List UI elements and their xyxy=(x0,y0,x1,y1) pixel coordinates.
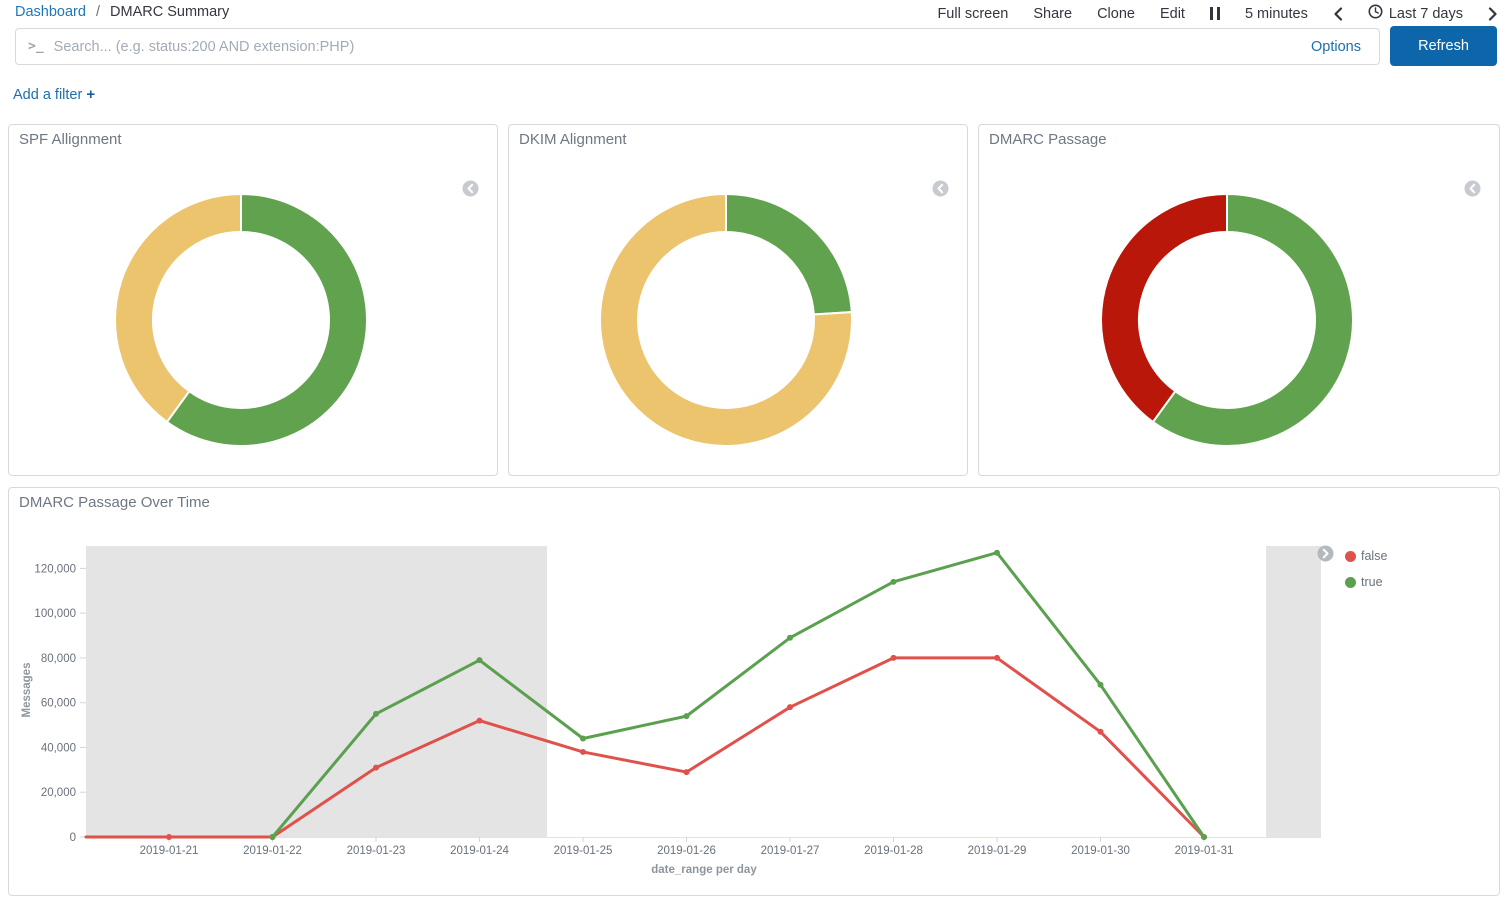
panel-spf-alignment: SPF Allignment xyxy=(8,124,498,476)
data-point[interactable] xyxy=(994,655,1000,661)
time-picker-button[interactable]: Last 7 days xyxy=(1368,4,1463,23)
breadcrumb-dashboard-link[interactable]: Dashboard xyxy=(15,4,86,20)
panel-title: DMARC Passage xyxy=(989,131,1107,148)
search-options-button[interactable]: Options xyxy=(1293,39,1379,55)
legend-collapse-icon[interactable] xyxy=(932,180,949,197)
spf-donut-chart xyxy=(112,191,370,452)
legend-expand-icon[interactable] xyxy=(1317,545,1334,562)
data-point[interactable] xyxy=(477,718,483,724)
y-tick-label: 120,000 xyxy=(34,563,76,575)
data-point[interactable] xyxy=(373,711,379,717)
y-tick-label: 20,000 xyxy=(41,787,76,799)
legend-dot-icon xyxy=(1345,551,1356,562)
query-prompt-icon: >_ xyxy=(16,39,54,54)
data-point[interactable] xyxy=(270,834,276,840)
time-range-label: Last 7 days xyxy=(1389,6,1463,22)
panel-title: SPF Allignment xyxy=(19,131,122,148)
x-tick-label: 2019-01-27 xyxy=(761,845,820,857)
x-axis-title: date_range per day xyxy=(9,864,1399,876)
legend-item-true[interactable]: true xyxy=(1345,569,1387,595)
data-point[interactable] xyxy=(477,657,483,663)
edit-button[interactable]: Edit xyxy=(1160,6,1185,22)
y-tick-label: 40,000 xyxy=(41,742,76,754)
chart-legend: false true xyxy=(1345,543,1387,595)
dmarc-donut-chart xyxy=(1098,191,1356,452)
line-chart: 0 20,000 40,000 60,000 80,000 100,000 120,000 2… xyxy=(9,488,1499,895)
data-point[interactable] xyxy=(891,655,897,661)
pause-icon[interactable] xyxy=(1210,7,1220,20)
legend-collapse-icon[interactable] xyxy=(1464,180,1481,197)
breadcrumb-separator: / xyxy=(96,4,100,20)
share-button[interactable]: Share xyxy=(1033,6,1072,22)
legend-label: false xyxy=(1361,549,1387,563)
panel-dkim-alignment: DKIM Alignment xyxy=(508,124,968,476)
top-bar: Dashboard / DMARC Summary Full screen Sh… xyxy=(0,0,1508,24)
x-tick-label: 2019-01-31 xyxy=(1175,845,1234,857)
clone-button[interactable]: Clone xyxy=(1097,6,1135,22)
add-filter-button[interactable]: Add a filter+ xyxy=(13,87,95,103)
data-point[interactable] xyxy=(787,704,793,710)
legend-collapse-icon[interactable] xyxy=(462,180,479,197)
data-point[interactable] xyxy=(580,749,586,755)
data-point[interactable] xyxy=(373,765,379,771)
data-point[interactable] xyxy=(1201,834,1207,840)
search-input[interactable] xyxy=(54,39,1293,55)
data-point[interactable] xyxy=(994,550,1000,556)
x-tick-label: 2019-01-24 xyxy=(450,845,509,857)
x-tick-label: 2019-01-25 xyxy=(554,845,613,857)
legend-label: true xyxy=(1361,575,1383,589)
time-back-icon[interactable] xyxy=(1333,7,1343,21)
data-point[interactable] xyxy=(166,834,172,840)
page-title: DMARC Summary xyxy=(110,4,229,20)
clock-icon xyxy=(1368,4,1383,23)
breadcrumb: Dashboard / DMARC Summary xyxy=(15,4,229,20)
refresh-interval-button[interactable]: 5 minutes xyxy=(1245,6,1308,22)
donut-slice-1[interactable] xyxy=(115,194,241,422)
panel-title: DKIM Alignment xyxy=(519,131,627,148)
top-nav: Full screen Share Clone Edit 5 minutes L… xyxy=(937,4,1498,23)
y-tick-label: 100,000 xyxy=(34,608,76,620)
legend-dot-icon xyxy=(1345,577,1356,588)
x-tick-label: 2019-01-22 xyxy=(243,845,302,857)
search-bar: >_ Options xyxy=(15,28,1380,65)
data-point[interactable] xyxy=(684,713,690,719)
donut-slice-1[interactable] xyxy=(1101,194,1227,422)
y-tick-label: 0 xyxy=(70,832,76,844)
donut-slice-0[interactable] xyxy=(726,194,852,314)
y-tick-label: 80,000 xyxy=(41,653,76,665)
x-tick-label: 2019-01-21 xyxy=(140,845,199,857)
filter-bar: Add a filter+ xyxy=(13,86,95,103)
data-point[interactable] xyxy=(684,769,690,775)
x-tick-label: 2019-01-29 xyxy=(968,845,1027,857)
data-point[interactable] xyxy=(1098,729,1104,735)
data-point[interactable] xyxy=(1098,682,1104,688)
y-tick-label: 60,000 xyxy=(41,698,76,710)
data-point[interactable] xyxy=(580,736,586,742)
panel-dmarc-passage: DMARC Passage xyxy=(978,124,1500,476)
x-tick-label: 2019-01-23 xyxy=(347,845,406,857)
time-forward-icon[interactable] xyxy=(1488,7,1498,21)
panel-dmarc-passage-over-time: DMARC Passage Over Time 020,00040,00060,… xyxy=(8,487,1500,896)
plus-icon: + xyxy=(86,86,95,103)
full-screen-button[interactable]: Full screen xyxy=(937,6,1008,22)
legend-item-false[interactable]: false xyxy=(1345,543,1387,569)
time-range-shading xyxy=(86,546,1321,837)
data-point[interactable] xyxy=(787,635,793,641)
dkim-donut-chart xyxy=(597,191,855,452)
x-tick-label: 2019-01-28 xyxy=(864,845,923,857)
x-tick-label: 2019-01-26 xyxy=(657,845,716,857)
data-point[interactable] xyxy=(891,579,897,585)
refresh-button[interactable]: Refresh xyxy=(1390,26,1497,66)
y-axis-title: Messages xyxy=(21,620,33,760)
x-tick-label: 2019-01-30 xyxy=(1071,845,1130,857)
